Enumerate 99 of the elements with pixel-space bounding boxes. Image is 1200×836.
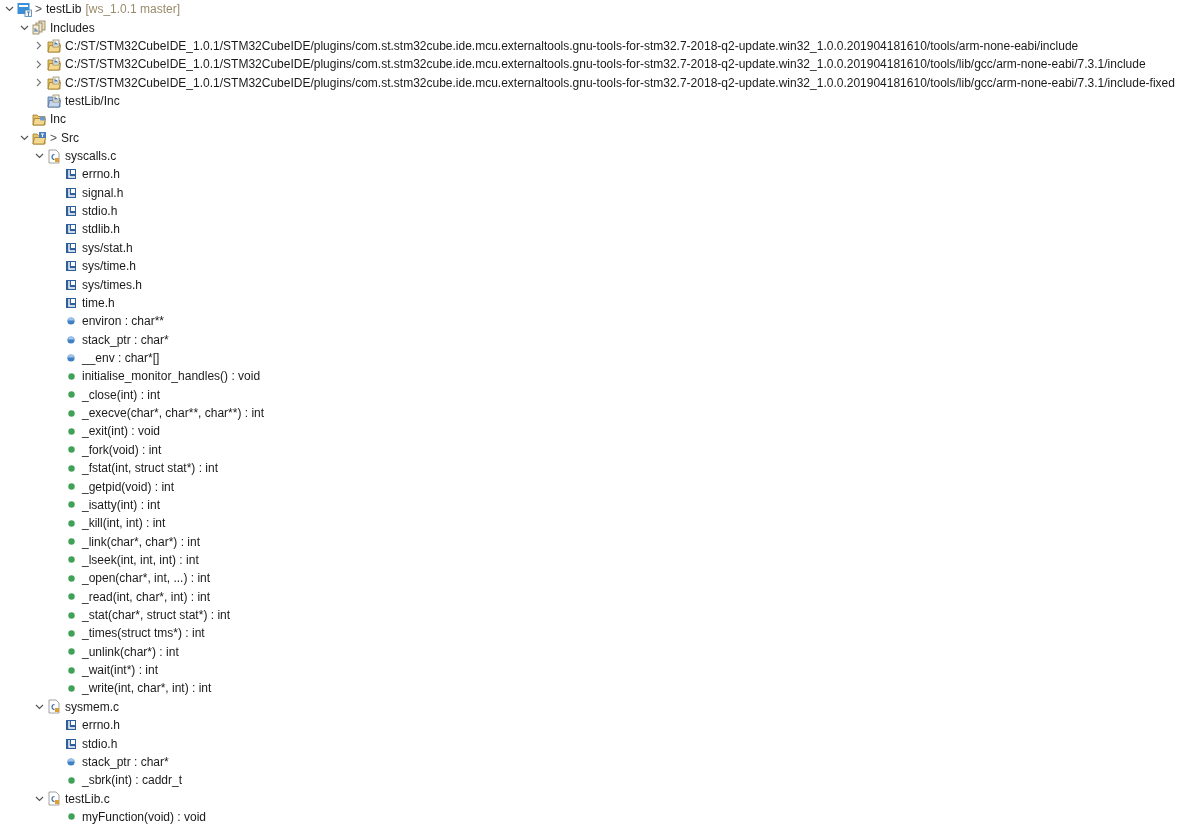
tree-item-label[interactable]: sys/stat.h bbox=[82, 240, 133, 255]
variable-dot-icon bbox=[67, 317, 75, 326]
tree-item-label[interactable]: _sbrk(int) : caddr_t bbox=[82, 773, 183, 788]
tree-item-label[interactable]: testLib/Inc bbox=[65, 93, 120, 108]
chevron-down-icon[interactable] bbox=[34, 703, 44, 710]
tree-item-label[interactable]: testLib.c bbox=[65, 791, 110, 806]
c-file-icon bbox=[48, 699, 60, 715]
chevron-down-icon[interactable] bbox=[34, 153, 44, 160]
tree-item-label[interactable]: initialise_monitor_handles() : void bbox=[82, 369, 261, 384]
source-folder-icon bbox=[31, 130, 47, 145]
tree-item-label[interactable]: _execve(char*, char**, char**) : int bbox=[82, 406, 265, 421]
include-icon bbox=[66, 224, 76, 235]
function-dot-icon bbox=[67, 427, 75, 435]
include-icon bbox=[66, 720, 76, 731]
tree-item-label[interactable]: errno.h bbox=[82, 718, 121, 733]
project-icon bbox=[16, 1, 32, 17]
function-dot-icon bbox=[67, 501, 75, 509]
folder-icon bbox=[46, 93, 62, 108]
variable-dot-icon bbox=[67, 354, 75, 362]
folder-icon bbox=[31, 112, 47, 126]
tree-item-label[interactable]: _kill(int, int) : int bbox=[82, 516, 166, 531]
folder-icon bbox=[46, 57, 62, 72]
tree-item-label[interactable]: C:/ST/STM32CubeIDE_1.0.1/STM32CubeIDE/plugins/com.st.stm32cube.ide.mcu.externaltools.gnu-tools-for-stm32.7-2018-q2-update.win32_1.0.0.201904181610/tools/lib/gcc/arm-none-eabi/7.3.1/include bbox=[65, 57, 1146, 72]
tree-item-label[interactable]: _isatty(int) : int bbox=[82, 497, 161, 512]
tree-item-label[interactable]: stdio.h bbox=[82, 204, 118, 219]
folder-icon bbox=[46, 38, 62, 53]
function-dot-icon bbox=[67, 776, 75, 784]
tree-item-label[interactable]: C:/ST/STM32CubeIDE_1.0.1/STM32CubeIDE/plugins/com.st.stm32cube.ide.mcu.externaltools.gnu-tools-for-stm32.7-2018-q2-update.win32_1.0.0.201904181610/tools/arm-none-eabi/include bbox=[65, 38, 1079, 53]
function-dot-icon bbox=[67, 684, 75, 692]
function-dot-icon bbox=[67, 409, 75, 417]
library-stack-icon bbox=[31, 20, 47, 36]
git-decoration: > bbox=[35, 2, 42, 17]
tree-item-label[interactable]: _exit(int) : void bbox=[82, 424, 161, 439]
function-dot-icon bbox=[67, 372, 75, 380]
include-icon bbox=[66, 738, 76, 749]
chevron-down-icon[interactable] bbox=[34, 795, 44, 802]
tree-item-label[interactable]: stack_ptr : char* bbox=[82, 332, 169, 347]
function-dot-icon bbox=[67, 629, 75, 637]
tree-item-label[interactable]: _open(char*, int, ...) : int bbox=[82, 571, 211, 586]
chevron-down-icon[interactable] bbox=[19, 134, 29, 141]
tree-item-label[interactable]: syscalls.c bbox=[65, 149, 117, 164]
folder-icon bbox=[46, 75, 62, 90]
c-file-icon bbox=[48, 791, 60, 807]
function-dot-icon bbox=[67, 483, 75, 490]
tree-item-label[interactable]: errno.h bbox=[82, 167, 121, 182]
tree-item-label[interactable]: sys/time.h bbox=[82, 259, 136, 274]
variable-dot-icon bbox=[67, 757, 75, 766]
include-icon bbox=[66, 187, 76, 198]
tree-item-label[interactable]: Src bbox=[61, 130, 79, 145]
function-dot-icon bbox=[67, 556, 75, 564]
tree-item-label[interactable]: _link(char*, char*) : int bbox=[82, 534, 201, 549]
function-dot-icon bbox=[67, 464, 75, 472]
function-dot-icon bbox=[67, 519, 75, 527]
tree-item-label[interactable]: _times(struct tms*) : int bbox=[82, 626, 205, 641]
include-icon bbox=[66, 279, 76, 290]
function-dot-icon bbox=[67, 574, 75, 582]
tree-item-label[interactable]: _read(int, char*, int) : int bbox=[82, 589, 211, 604]
tree-item-label[interactable]: environ : char** bbox=[82, 314, 165, 329]
tree-item-label[interactable]: _wait(int*) : int bbox=[82, 663, 159, 678]
function-dot-icon bbox=[67, 648, 75, 656]
include-icon bbox=[66, 261, 76, 272]
variable-dot-icon bbox=[67, 335, 75, 344]
tree-item-label[interactable]: testLib bbox=[46, 2, 82, 17]
include-icon bbox=[66, 169, 76, 180]
tree-item-label[interactable]: _fstat(int, struct stat*) : int bbox=[82, 461, 219, 476]
include-icon bbox=[66, 206, 76, 217]
tree-item-label[interactable]: _unlink(char*) : int bbox=[82, 644, 179, 659]
git-decoration: > bbox=[50, 130, 57, 145]
function-dot-icon bbox=[67, 391, 75, 399]
tree-item-label[interactable]: time.h bbox=[82, 295, 115, 310]
tree-item-label[interactable]: sysmem.c bbox=[65, 699, 119, 714]
tree-item-label[interactable]: Includes bbox=[50, 20, 95, 35]
tree-item-label[interactable]: C:/ST/STM32CubeIDE_1.0.1/STM32CubeIDE/plugins/com.st.stm32cube.ide.mcu.externaltools.gnu-tools-for-stm32.7-2018-q2-update.win32_1.0.0.201904181610/tools/lib/gcc/arm-none-eabi/7.3.1/include-fixed bbox=[65, 75, 1175, 90]
tree-item-label[interactable]: stdio.h bbox=[82, 736, 118, 751]
function-dot-icon bbox=[67, 666, 75, 674]
function-dot-icon bbox=[67, 611, 75, 619]
include-icon bbox=[66, 297, 76, 308]
chevron-down-icon[interactable] bbox=[19, 24, 29, 31]
function-dot-icon bbox=[67, 593, 75, 601]
tree-item-label[interactable]: _write(int, char*, int) : int bbox=[82, 681, 212, 696]
tree-item-label[interactable]: _close(int) : int bbox=[82, 387, 161, 402]
function-dot-icon bbox=[67, 538, 75, 546]
function-dot-icon bbox=[67, 813, 75, 821]
chevron-down-icon[interactable] bbox=[4, 6, 14, 13]
tree-item-label[interactable]: _lseek(int, int, int) : int bbox=[82, 552, 199, 567]
tree-item-label[interactable]: sys/times.h bbox=[82, 277, 142, 292]
c-file-icon bbox=[48, 148, 60, 164]
tree-item-label[interactable]: _stat(char*, struct stat*) : int bbox=[82, 608, 231, 623]
tree-item-label[interactable]: signal.h bbox=[82, 185, 124, 200]
tree-item-label[interactable]: _fork(void) : int bbox=[82, 442, 162, 457]
tree-item-label[interactable]: myFunction(void) : void bbox=[82, 810, 207, 824]
tree-item-label[interactable]: _getpid(void) : int bbox=[82, 479, 175, 494]
function-dot-icon bbox=[67, 446, 75, 454]
tree-item-label[interactable]: __env : char*[] bbox=[82, 351, 160, 365]
tree-item-label[interactable]: stdlib.h bbox=[82, 222, 121, 237]
tree-item-label[interactable]: stack_ptr : char* bbox=[82, 754, 169, 769]
include-icon bbox=[66, 242, 76, 253]
tree-item-label[interactable]: Inc bbox=[50, 112, 66, 127]
repository-branch: [ws_1.0.1 master] bbox=[85, 2, 181, 17]
